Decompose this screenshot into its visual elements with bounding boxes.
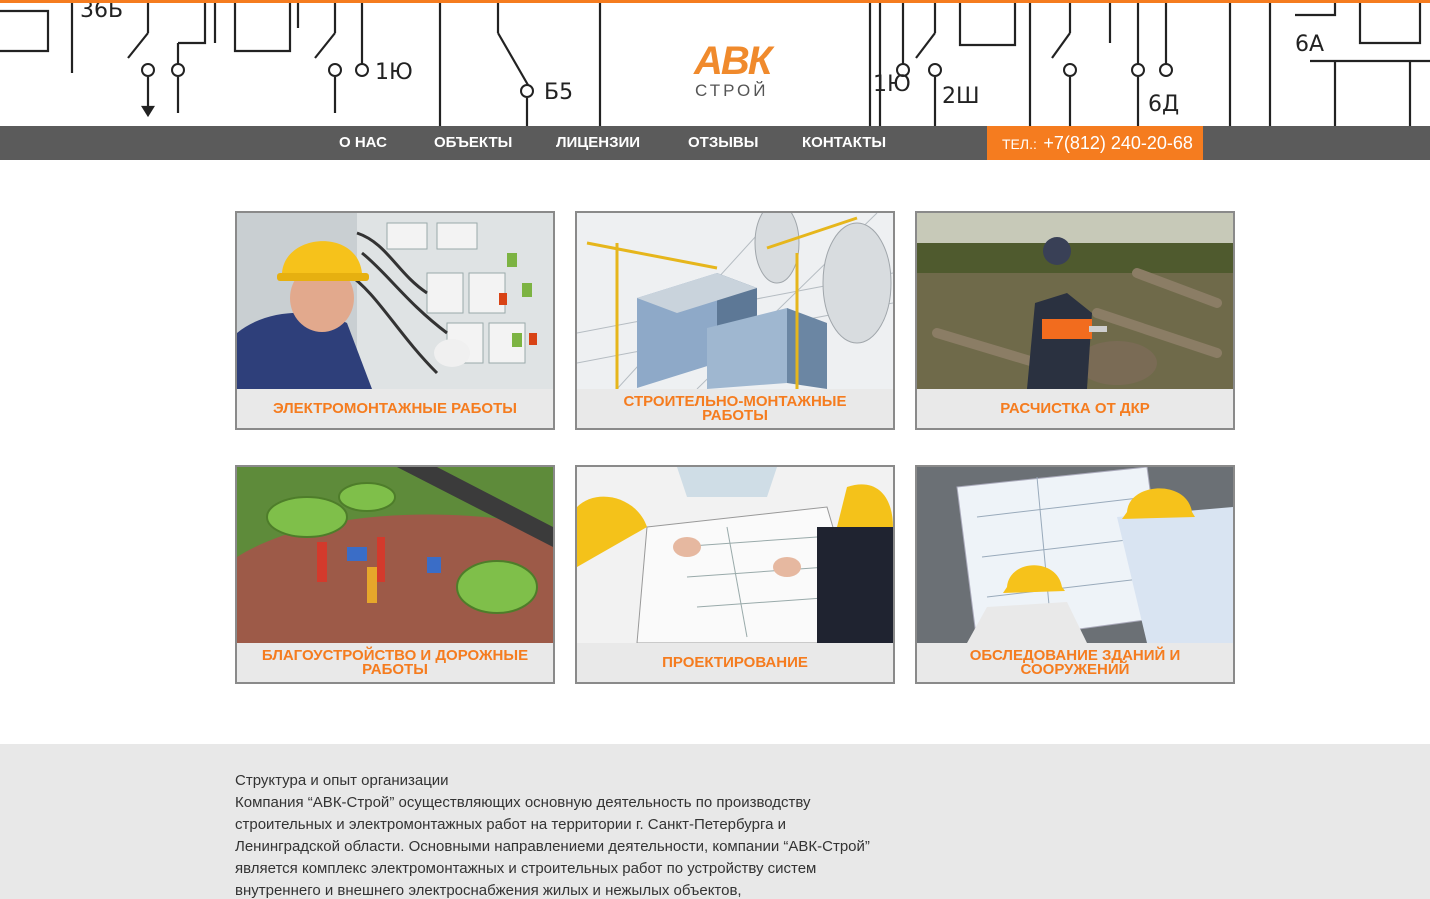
service-title[interactable]: ОБСЛЕДОВАНИЕ ЗДАНИЙ И СООРУЖЕНИЙ [917, 643, 1233, 682]
about-text: Структура и опыт организации Компания “А… [235, 770, 885, 899]
site-header: 36Б 1Ю Б5 1Ю 2Ш 6Д 6А АВК СТРОЙ [0, 3, 1430, 126]
about-heading: Структура и опыт организации [235, 772, 449, 789]
building-inspection-image [917, 467, 1233, 643]
main-navigation: О НАС ОБЪЕКТЫ ЛИЦЕНЗИИ ОТЗЫВЫ КОНТАКТЫ Т… [0, 126, 1430, 160]
service-title[interactable]: СТРОИТЕЛЬНО-МОНТАЖНЫЕ РАБОТЫ [577, 389, 893, 428]
logo-subtitle: СТРОЙ [695, 81, 769, 100]
schematic-label: 1Ю [375, 60, 413, 85]
logo-mark: АВК [694, 39, 772, 83]
phone-number[interactable]: +7(812) 240-20-68 [1043, 133, 1193, 153]
schematic-label: 2Ш [942, 84, 980, 109]
schematic-label: Б5 [544, 80, 573, 105]
schematic-label: 1Ю [873, 72, 911, 97]
service-title[interactable]: БЛАГОУСТРОЙСТВО И ДОРОЖНЫЕ РАБОТЫ [237, 643, 553, 682]
about-body: Компания “АВК-Строй” осуществляющих осно… [235, 794, 870, 899]
about-section: Структура и опыт организации Компания “А… [0, 744, 1430, 899]
service-card-inspection[interactable]: ОБСЛЕДОВАНИЕ ЗДАНИЙ И СООРУЖЕНИЙ [915, 465, 1235, 684]
tree-clearing-image [917, 213, 1233, 389]
service-card-construction[interactable]: СТРОИТЕЛЬНО-МОНТАЖНЫЕ РАБОТЫ [575, 211, 895, 430]
service-title[interactable]: РАСЧИСТКА ОТ ДКР [917, 389, 1233, 428]
company-logo[interactable]: АВК СТРОЙ [690, 39, 782, 105]
nav-item-reviews[interactable]: ОТЗЫВЫ [688, 126, 758, 160]
nav-item-objects[interactable]: ОБЪЕКТЫ [434, 126, 512, 160]
service-card-clearing[interactable]: РАСЧИСТКА ОТ ДКР [915, 211, 1235, 430]
phone-box[interactable]: ТЕЛ.: +7(812) 240-20-68 [987, 126, 1203, 160]
service-card-design[interactable]: ПРОЕКТИРОВАНИЕ [575, 465, 895, 684]
nav-item-contacts[interactable]: КОНТАКТЫ [802, 126, 886, 160]
nav-item-about[interactable]: О НАС [339, 126, 387, 160]
park-playground-image [237, 467, 553, 643]
electrician-panel-image [237, 213, 553, 389]
construction-cranes-image [577, 213, 893, 389]
service-title[interactable]: ЭЛЕКТРОМОНТАЖНЫЕ РАБОТЫ [237, 389, 553, 428]
engineers-blueprint-image [577, 467, 893, 643]
schematic-label: 6А [1295, 32, 1324, 57]
nav-item-licenses[interactable]: ЛИЦЕНЗИИ [556, 126, 640, 160]
service-card-landscaping[interactable]: БЛАГОУСТРОЙСТВО И ДОРОЖНЫЕ РАБОТЫ [235, 465, 555, 684]
service-title[interactable]: ПРОЕКТИРОВАНИЕ [577, 643, 893, 682]
schematic-label: 6Д [1148, 92, 1179, 117]
phone-label: ТЕЛ.: [1002, 136, 1037, 152]
service-card-electrical[interactable]: ЭЛЕКТРОМОНТАЖНЫЕ РАБОТЫ [235, 211, 555, 430]
schematic-label: 36Б [80, 3, 123, 23]
